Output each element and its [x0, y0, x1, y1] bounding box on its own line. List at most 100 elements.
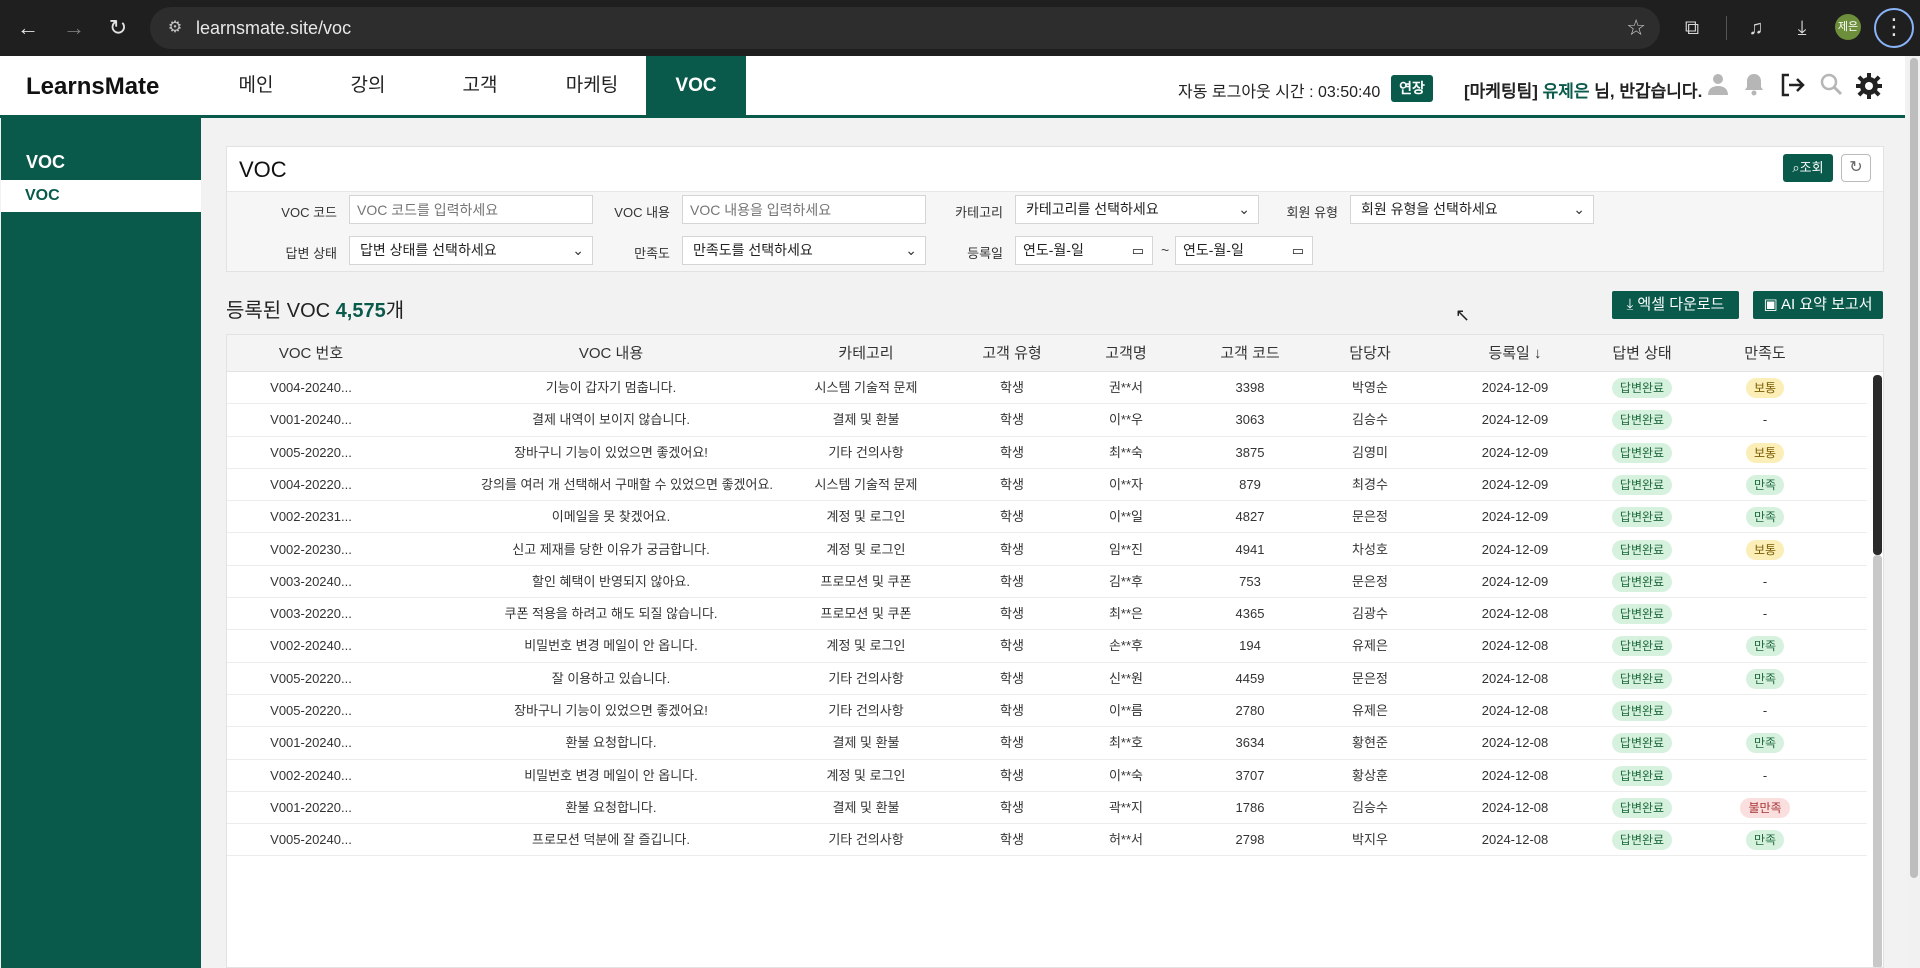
- search-button-icon: ⌕: [1792, 160, 1800, 175]
- column-header-customer-code[interactable]: 고객 코드: [1205, 335, 1295, 372]
- cell-satisfaction: -: [1762, 767, 1768, 783]
- status-badge: 답변완료: [1611, 474, 1673, 495]
- browser-menu-icon[interactable]: ⋮: [1874, 8, 1914, 48]
- voc-count-prefix: 등록된 VOC: [226, 300, 336, 322]
- table-scrollbar-track[interactable]: [1873, 555, 1882, 967]
- nav-tab-main[interactable]: 메인: [200, 56, 312, 115]
- voc-content-input[interactable]: [682, 195, 926, 224]
- profile-avatar[interactable]: 제은: [1835, 14, 1861, 40]
- category-select[interactable]: 카테고리를 선택하세요 ⌄: [1015, 195, 1259, 224]
- page-scrollbar[interactable]: [1907, 56, 1920, 968]
- gear-icon[interactable]: [1854, 72, 1884, 102]
- cell-answer-status: 답변완료: [1587, 372, 1697, 404]
- column-header-answer-status[interactable]: 답변 상태: [1587, 335, 1697, 372]
- cell-customer-type: 학생: [1000, 476, 1024, 492]
- table-row[interactable]: V004-20240... 기능이 갑자기 멈춥니다. 시스템 기술적 문제 학생 권*…: [227, 372, 1867, 405]
- table-row[interactable]: V001-20220... 환불 요청합니다. 결제 및 환불 학생 곽**지 1786 김…: [227, 792, 1867, 825]
- cell-customer-name: 이**자: [1108, 476, 1144, 492]
- nav-tab-lecture[interactable]: 강의: [312, 56, 424, 115]
- column-header-manager[interactable]: 담당자: [1325, 335, 1415, 372]
- column-header-category[interactable]: 카테고리: [791, 335, 941, 372]
- address-bar[interactable]: ⚙ learnsmate.site/voc ☆: [150, 7, 1660, 49]
- extensions-icon[interactable]: ⧉: [1676, 12, 1708, 44]
- logout-icon[interactable]: [1777, 72, 1807, 102]
- cell-satisfaction: 보통: [1715, 437, 1815, 469]
- cell-reg-date: 2024-12-09: [1481, 476, 1549, 492]
- table-row[interactable]: V003-20220... 쿠폰 적용을 하려고 해도 되질 않습니다. 프로모션 …: [227, 598, 1867, 631]
- search-button[interactable]: ⌕조회: [1783, 154, 1833, 182]
- column-header-satisfaction[interactable]: 만족도: [1715, 335, 1815, 372]
- cell-voc-number: V001-20240...: [270, 735, 352, 751]
- cell-satisfaction: 보통: [1715, 534, 1815, 566]
- calendar-icon[interactable]: ▭: [1132, 237, 1144, 264]
- reset-button[interactable]: ↻: [1841, 154, 1871, 182]
- status-badge: 답변완료: [1611, 636, 1673, 657]
- cell-category: 기타 건의사항: [828, 670, 904, 686]
- table-row[interactable]: V002-20240... 비밀번호 변경 메일이 안 옵니다. 계정 및 로그인 학…: [227, 760, 1867, 792]
- table-scrollbar-thumb[interactable]: [1873, 375, 1882, 555]
- column-header-customer-name[interactable]: 고객명: [1081, 335, 1171, 372]
- sidebar-section-title: VOC: [26, 152, 66, 172]
- cell-answer-status: 답변완료: [1587, 695, 1697, 727]
- column-header-customer-type[interactable]: 고객 유형: [967, 335, 1057, 372]
- cell-reg-date: 2024-12-08: [1481, 832, 1549, 848]
- nav-tab-customer[interactable]: 고객: [424, 56, 536, 115]
- date-from-input[interactable]: 연도-월-일 ▭: [1015, 236, 1153, 265]
- search-icon[interactable]: [1816, 72, 1846, 102]
- reload-icon[interactable]: ↻: [100, 10, 136, 46]
- column-header-voc-number[interactable]: VOC 번호: [251, 335, 371, 372]
- table-row[interactable]: V003-20240... 할인 혜택이 반영되지 않아요. 프로모션 및 쿠폰 학생…: [227, 566, 1867, 599]
- status-badge: 답변완료: [1611, 410, 1673, 431]
- calendar-icon[interactable]: ▭: [1292, 237, 1304, 264]
- table-row[interactable]: V005-20240... 프로모션 덕분에 잘 즐깁니다. 기타 건의사항 학생 허*…: [227, 824, 1867, 857]
- table-row[interactable]: V005-20220... 장바구니 기능이 있었으면 좋겠어요! 기타 건의사항 학…: [227, 437, 1867, 469]
- table-row[interactable]: V005-20220... 장바구니 기능이 있었으면 좋겠어요! 기타 건의사항 학…: [227, 695, 1867, 728]
- media-playlist-icon[interactable]: ♫: [1740, 12, 1772, 44]
- table-row[interactable]: V001-20240... 결제 내역이 보이지 않습니다. 결제 및 환불 학생 이*…: [227, 404, 1867, 437]
- satisfaction-badge: 보통: [1745, 539, 1785, 560]
- table-row[interactable]: V002-20240... 비밀번호 변경 메일이 안 옵니다. 계정 및 로그인 학…: [227, 630, 1867, 663]
- table-row[interactable]: V002-20230... 신고 제재를 당한 이유가 궁금합니다. 계정 및 로그…: [227, 534, 1867, 566]
- url-text[interactable]: learnsmate.site/voc: [196, 18, 351, 39]
- cell-manager: 차성호: [1352, 541, 1388, 557]
- back-icon[interactable]: ←: [10, 10, 46, 46]
- cell-customer-name: 이**우: [1108, 412, 1144, 428]
- cell-reg-date: 2024-12-08: [1481, 703, 1549, 718]
- sidebar-item-voc[interactable]: VOC: [1, 180, 201, 212]
- cell-customer-type: 학생: [1000, 606, 1024, 622]
- site-settings-icon[interactable]: ⚙: [164, 17, 186, 39]
- cell-voc-number: V005-20240...: [270, 832, 352, 848]
- voc-table: VOC 번호 VOC 내용 카테고리 고객 유형 고객명 고객 코드 담당자 등…: [226, 334, 1884, 968]
- bell-icon[interactable]: [1739, 72, 1769, 102]
- cell-customer-type: 학생: [1000, 767, 1024, 783]
- satisfaction-select[interactable]: 만족도를 선택하세요 ⌄: [682, 236, 926, 265]
- cell-customer-name: 최**은: [1108, 606, 1144, 622]
- ai-report-button[interactable]: ▣ AI 요약 보고서: [1753, 291, 1883, 319]
- table-row[interactable]: V004-20220... 강의를 여러 개 선택해서 구매할 수 있었으면 좋겠…: [227, 469, 1867, 502]
- cell-voc-content: 결제 내역이 보이지 않습니다.: [532, 412, 690, 428]
- satisfaction-select-value: 만족도를 선택하세요: [693, 242, 813, 258]
- table-row[interactable]: V002-20231... 이메일을 못 찾겠어요. 계정 및 로그인 학생 이**일 4…: [227, 501, 1867, 534]
- cell-voc-number: V002-20230...: [270, 541, 352, 557]
- page-scrollbar-thumb[interactable]: [1910, 58, 1918, 878]
- nav-tab-marketing[interactable]: 마케팅: [536, 56, 648, 115]
- date-to-input[interactable]: 연도-월-일 ▭: [1175, 236, 1313, 265]
- answer-status-select[interactable]: 답변 상태를 선택하세요 ⌄: [349, 236, 593, 265]
- column-header-reg-date[interactable]: 등록일 ↓: [1455, 335, 1575, 372]
- app-logo[interactable]: LearnsMate: [26, 73, 159, 101]
- bookmark-star-icon[interactable]: ☆: [1626, 15, 1646, 41]
- table-row[interactable]: V001-20240... 환불 요청합니다. 결제 및 환불 학생 최**호 3634 황…: [227, 727, 1867, 760]
- nav-tab-voc[interactable]: VOC: [646, 56, 746, 115]
- mouse-cursor-icon: ↖: [1455, 305, 1471, 325]
- user-profile-icon[interactable]: [1703, 72, 1733, 102]
- member-type-select[interactable]: 회원 유형을 선택하세요 ⌄: [1350, 195, 1594, 224]
- satisfaction-badge: 불만족: [1740, 797, 1790, 818]
- voc-code-input[interactable]: [349, 195, 593, 224]
- cell-voc-content: 프로모션 덕분에 잘 즐깁니다.: [532, 832, 690, 848]
- table-row[interactable]: V005-20220... 잘 이용하고 있습니다. 기타 건의사항 학생 신**원 44…: [227, 663, 1867, 695]
- extend-session-button[interactable]: 연장: [1391, 75, 1433, 102]
- excel-download-button[interactable]: ⤓ 엑셀 다운로드: [1612, 291, 1739, 319]
- forward-icon[interactable]: →: [56, 10, 92, 46]
- download-icon[interactable]: ⤓: [1786, 12, 1818, 44]
- column-header-voc-content[interactable]: VOC 내용: [481, 335, 741, 372]
